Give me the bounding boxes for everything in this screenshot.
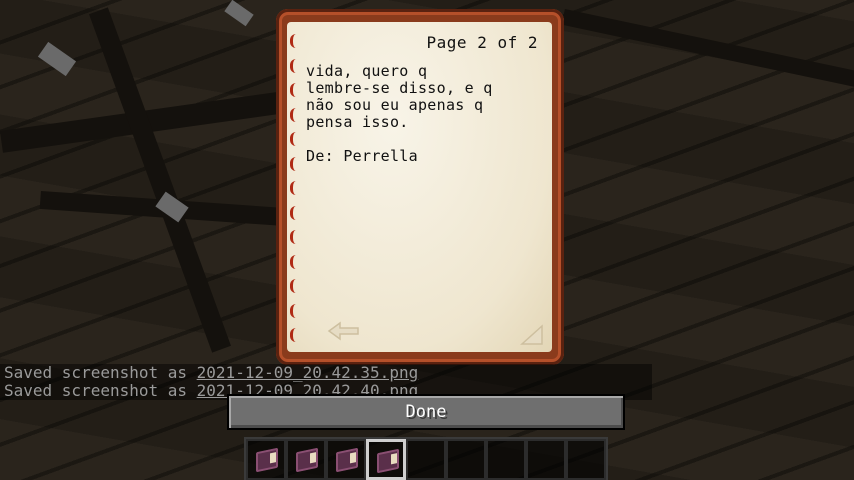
- written-book-icon: [296, 447, 318, 473]
- binding-ring: [290, 205, 302, 220]
- binding-ring: [290, 34, 302, 48]
- hotbar-slot-6[interactable]: [446, 439, 486, 480]
- hotbar-slot-8[interactable]: [526, 439, 566, 480]
- binding-ring: [290, 83, 302, 97]
- hotbar-slot-4[interactable]: [366, 439, 406, 480]
- written-book-icon: [336, 447, 358, 473]
- book-line: não sou eu apenas q: [306, 96, 484, 114]
- binding-ring: [290, 181, 302, 195]
- binding-ring: [290, 279, 302, 293]
- book-line: pensa isso.: [306, 113, 409, 131]
- book-signature: De: Perrella: [306, 147, 418, 165]
- screenshot-link[interactable]: 2021-12-09_20.42.35.png: [197, 363, 419, 382]
- hotbar-slot-9[interactable]: [566, 439, 606, 480]
- book-text: vida, quero q lembre-se disso, e q não s…: [306, 63, 546, 165]
- binding-ring: [290, 156, 302, 171]
- hotbar-slot-3[interactable]: [326, 439, 366, 480]
- hotbar-slot-2[interactable]: [286, 439, 326, 480]
- binding-ring: [290, 303, 302, 318]
- page-curl-icon: [520, 322, 546, 346]
- wood-beam: [89, 7, 231, 353]
- written-book-icon: [256, 447, 278, 473]
- page-indicator: Page 2 of 2: [426, 33, 538, 52]
- done-button[interactable]: Done: [227, 394, 625, 430]
- binding-ring: [290, 132, 302, 146]
- binding-ring: [290, 328, 302, 342]
- metal-glint: [37, 41, 77, 77]
- book-binding: [290, 34, 302, 350]
- binding-ring: [290, 58, 302, 73]
- hotbar: [244, 437, 608, 480]
- book-line: vida, quero q: [306, 62, 428, 80]
- hotbar-slot-7[interactable]: [486, 439, 526, 480]
- binding-ring: [290, 107, 302, 122]
- binding-ring: [290, 254, 302, 269]
- metal-glint: [224, 0, 254, 27]
- wood-beam: [561, 8, 854, 88]
- hotbar-slot-5[interactable]: [406, 439, 446, 480]
- written-book-icon: [377, 448, 399, 474]
- binding-ring: [290, 230, 302, 244]
- arrow-left-icon[interactable]: [326, 320, 362, 342]
- book-line: lembre-se disso, e q: [306, 79, 493, 97]
- hotbar-slot-1[interactable]: [246, 439, 286, 480]
- chat-line: Saved screenshot as 2021-12-09_20.42.35.…: [4, 363, 419, 382]
